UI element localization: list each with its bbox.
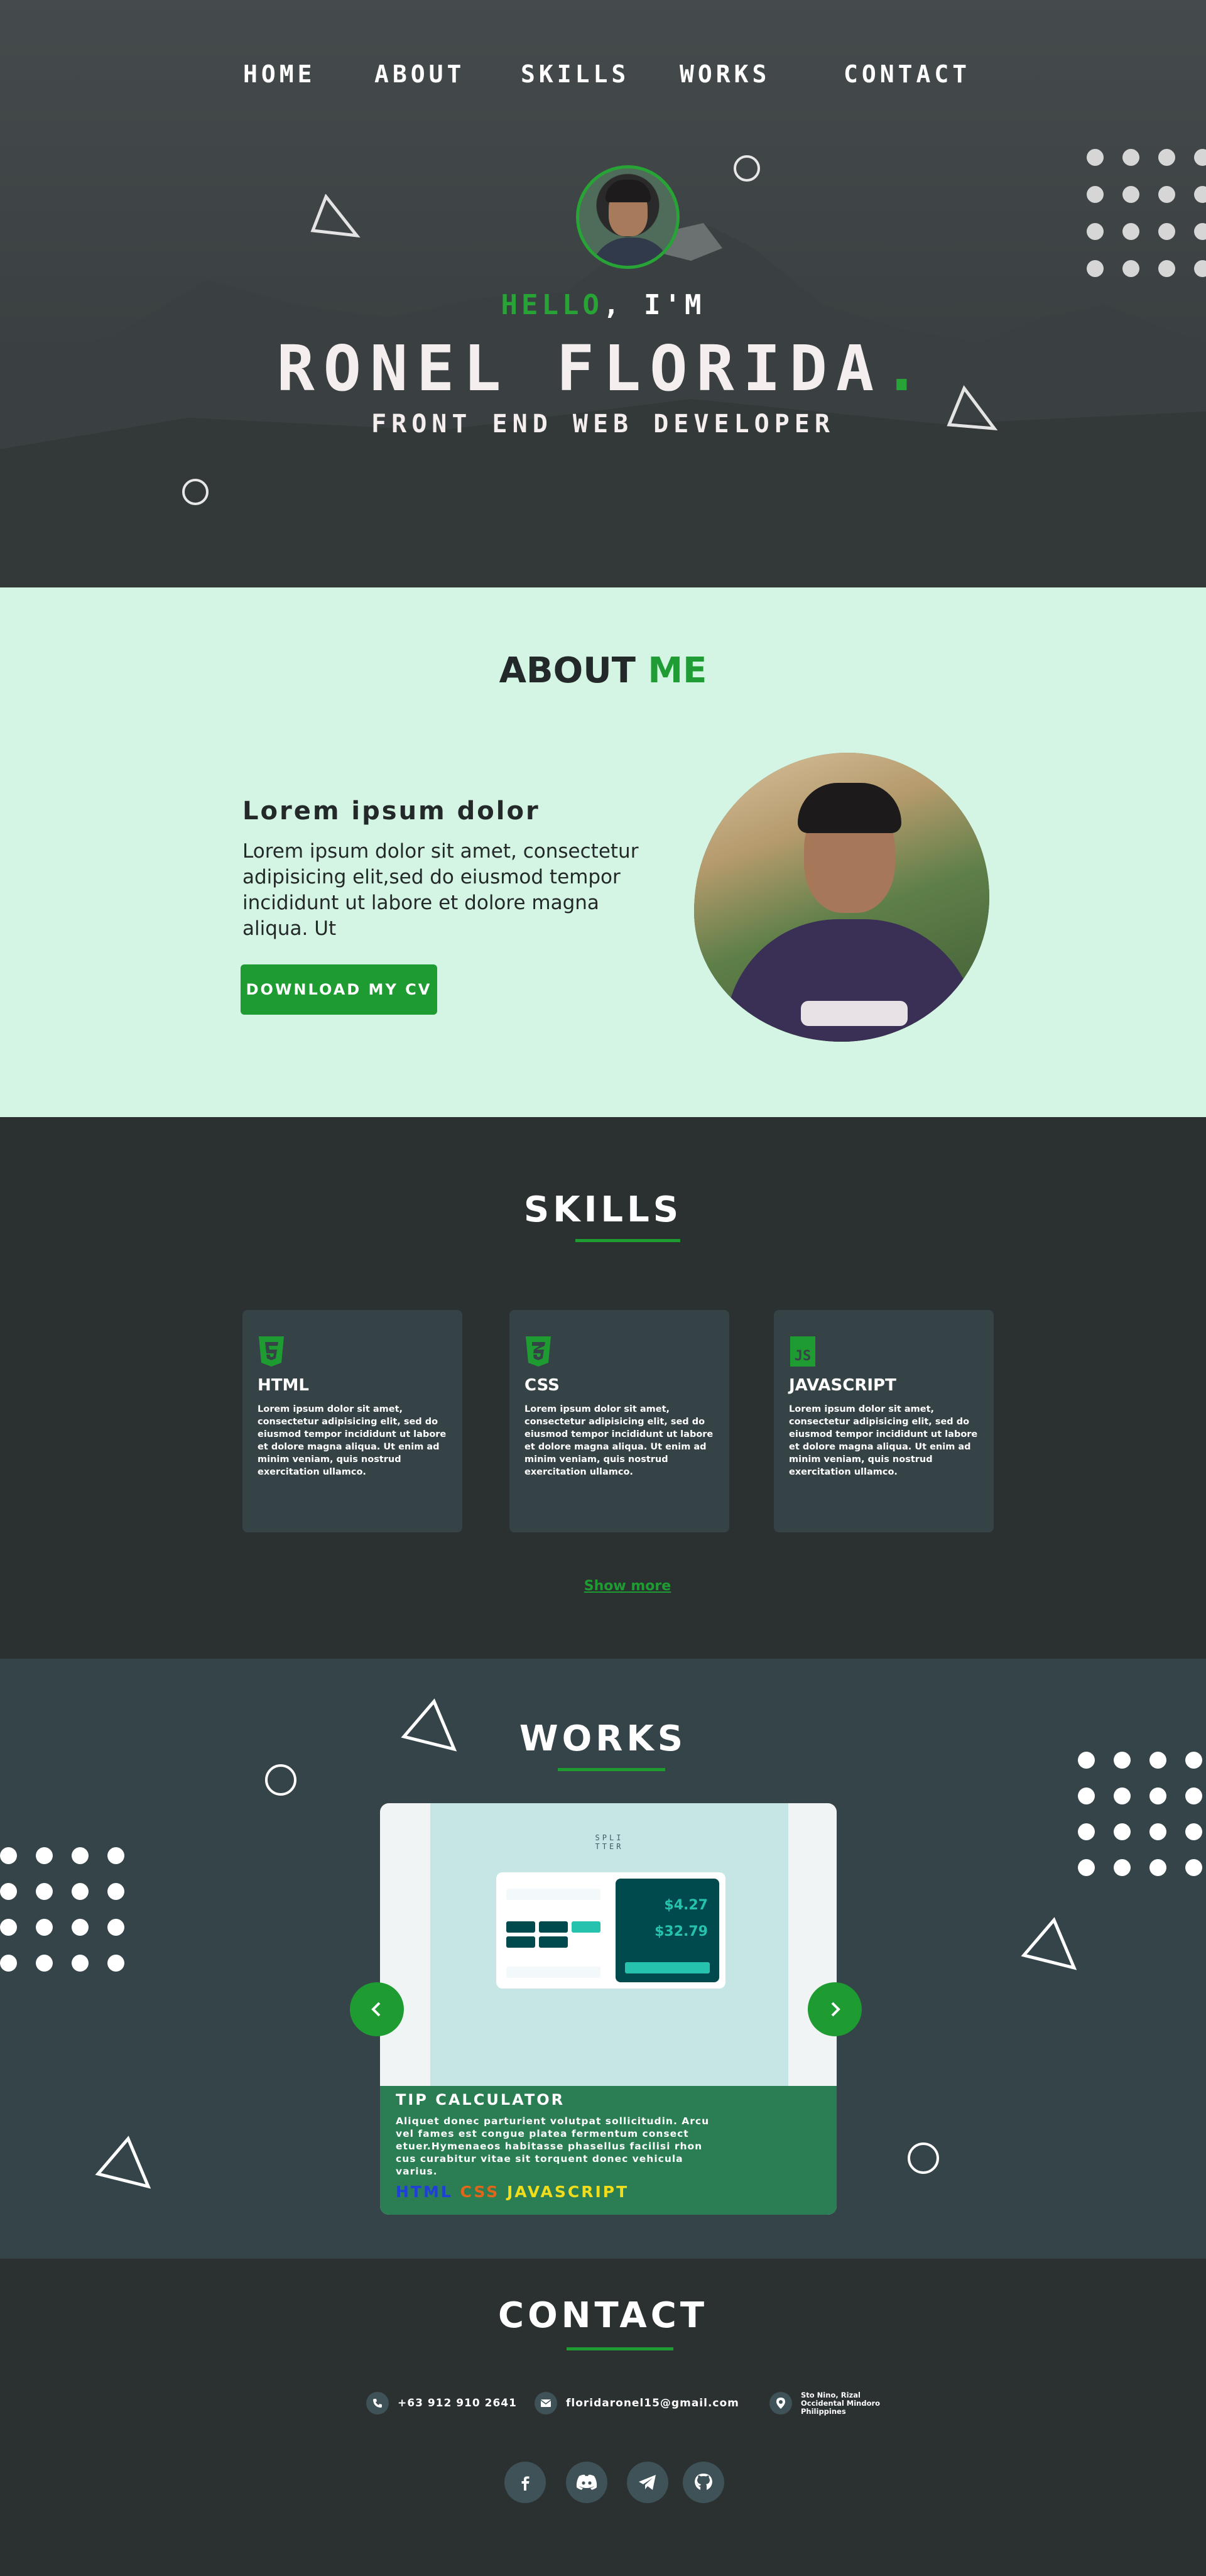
hero-name: RONEL FLORIDA. <box>0 332 1206 405</box>
skill-name: HTML <box>258 1376 309 1395</box>
facebook-link[interactable] <box>504 2462 546 2503</box>
about-section: ABOUT ME Lorem ipsum dolor Lorem ipsum d… <box>0 587 1206 1117</box>
project-brand: SPLI TTER <box>595 1833 624 1851</box>
telegram-icon <box>639 2475 656 2490</box>
js-icon: JS <box>790 1336 815 1367</box>
tag-html: HTML <box>396 2183 453 2201</box>
facebook-icon <box>521 2476 530 2491</box>
contact-phone[interactable]: +63 912 910 2641 <box>366 2391 517 2416</box>
section-title: WORKS <box>519 1718 687 1759</box>
contact-email[interactable]: floridaronel15@gmail.com <box>535 2391 739 2416</box>
about-title-accent: ME <box>648 650 707 691</box>
show-more-link[interactable]: Show more <box>0 1578 1206 1594</box>
mail-icon <box>535 2392 557 2415</box>
hero-name-dot: . <box>883 332 930 405</box>
title-underline <box>567 2347 673 2350</box>
dot-grid <box>0 1847 124 1972</box>
tag-css: CSS <box>460 2183 500 2201</box>
github-icon <box>695 2474 712 2490</box>
skill-name: CSS <box>524 1376 560 1395</box>
skills-section: SKILLS HTML Lorem ipsum dolor sit amet, … <box>0 1117 1206 1659</box>
about-heading: Lorem ipsum dolor <box>242 797 540 826</box>
about-body: Lorem ipsum dolor sit amet, consectetur … <box>242 840 639 940</box>
profile-photo <box>694 753 989 1042</box>
nav-works[interactable]: WORKS <box>680 60 770 88</box>
skill-name: JAVASCRIPT <box>789 1376 896 1395</box>
phone-icon <box>366 2392 389 2415</box>
email-text: floridaronel15@gmail.com <box>566 2397 739 2410</box>
circle-shape <box>734 155 760 182</box>
tip-amount: $4.27 <box>664 1897 708 1913</box>
hero-role: FRONT END WEB DEVELOPER <box>371 410 835 439</box>
chevron-right-icon <box>831 2002 840 2017</box>
title-underline <box>575 1239 680 1242</box>
project-info: TIP CALCULATOR Aliquet donec parturient … <box>380 2086 837 2215</box>
phone-text: +63 912 910 2641 <box>398 2397 517 2410</box>
nav-about[interactable]: ABOUT <box>374 60 465 88</box>
contact-location: Sto Nino, Rizal Occidental Mindoro Phili… <box>769 2391 880 2416</box>
circle-shape <box>908 2142 939 2174</box>
telegram-link[interactable] <box>627 2462 668 2503</box>
skill-card: JS JAVASCRIPT Lorem ipsum dolor sit amet… <box>774 1310 994 1532</box>
github-link[interactable] <box>683 2462 724 2503</box>
triangle-shape <box>310 194 361 238</box>
html5-icon <box>259 1336 284 1367</box>
hero-name-text: RONEL FLORIDA <box>276 332 883 405</box>
nav-skills[interactable]: SKILLS <box>521 60 629 88</box>
project-tags: HTML CSS JAVASCRIPT <box>396 2183 629 2201</box>
dot-grid <box>1087 149 1206 277</box>
next-button[interactable] <box>808 1982 862 2036</box>
discord-link[interactable] <box>566 2462 607 2503</box>
location-pin-icon <box>769 2392 792 2415</box>
discord-icon <box>576 2474 597 2490</box>
prev-button[interactable] <box>350 1982 404 2036</box>
project-desc: Aliquet donec parturient volutpat sollic… <box>396 2115 710 2177</box>
location-text: Sto Nino, Rizal Occidental Mindoro Phili… <box>801 2390 881 2416</box>
section-title: ABOUT ME <box>0 650 1206 691</box>
chevron-left-icon <box>371 2002 381 2017</box>
title-underline <box>558 1768 665 1771</box>
skill-desc: Lorem ipsum dolor sit amet, consectetur … <box>524 1404 714 1477</box>
hello-text: HELLO <box>501 289 603 321</box>
hero-greeting: HELLO, I'M <box>0 289 1206 321</box>
skill-desc: Lorem ipsum dolor sit amet, consectetur … <box>789 1404 978 1477</box>
skill-card: CSS Lorem ipsum dolor sit amet, consecte… <box>509 1310 729 1532</box>
total-amount: $32.79 <box>655 1924 708 1940</box>
triangle-shape <box>1021 1917 1077 1970</box>
tag-javascript: JAVASCRIPT <box>506 2183 629 2201</box>
avatar <box>576 165 680 269</box>
project-card[interactable]: SPLI TTER $4.27 $32.79 TIP CALCULATOR Ali… <box>380 1803 837 2215</box>
calculator-preview: $4.27 $32.79 <box>496 1872 725 1989</box>
circle-shape <box>265 1764 296 1796</box>
section-title: SKILLS <box>523 1189 683 1230</box>
main-nav: HOME ABOUT SKILLS WORKS CONTACT <box>0 60 1206 88</box>
skill-desc: Lorem ipsum dolor sit amet, consectetur … <box>258 1404 447 1477</box>
project-title: TIP CALCULATOR <box>396 2091 565 2109</box>
css3-icon <box>526 1336 551 1367</box>
skill-card: HTML Lorem ipsum dolor sit amet, consect… <box>242 1310 462 1532</box>
nav-contact[interactable]: CONTACT <box>844 60 970 88</box>
hero-section: HOME ABOUT SKILLS WORKS CONTACT HELLO, I… <box>0 0 1206 587</box>
nav-home[interactable]: HOME <box>243 60 316 88</box>
circle-shape <box>182 479 209 505</box>
dot-grid <box>1078 1752 1202 1876</box>
triangle-shape <box>401 1698 457 1752</box>
download-cv-button[interactable]: DOWNLOAD MY CV <box>241 964 437 1015</box>
project-screenshot: SPLI TTER $4.27 $32.79 <box>430 1803 788 2086</box>
svg-text:JS: JS <box>795 1348 812 1364</box>
about-title-text: ABOUT <box>499 650 636 691</box>
section-title: CONTACT <box>497 2295 709 2336</box>
im-text: , I'M <box>603 289 705 321</box>
triangle-shape <box>95 2136 151 2189</box>
contact-section: CONTACT +63 912 910 2641 floridaronel15@… <box>0 2259 1206 2576</box>
works-section: WORKS SPLI TTER $4.27 $32.79 TIP CALCULA… <box>0 1659 1206 2259</box>
